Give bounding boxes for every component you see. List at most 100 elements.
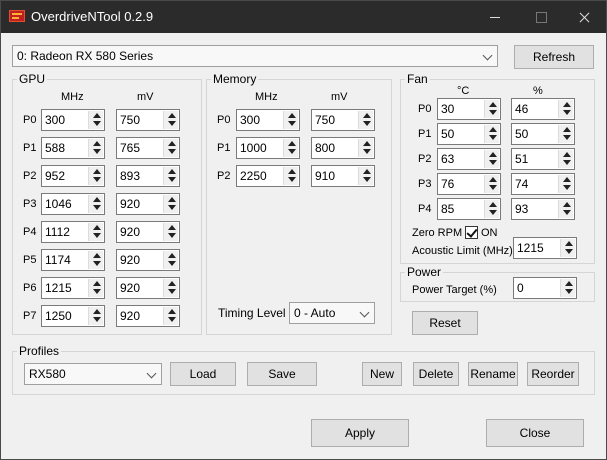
spinner-arrows-icon[interactable] — [283, 139, 298, 157]
spinner-arrows-icon[interactable] — [88, 139, 103, 157]
spinner-arrows-icon[interactable] — [88, 251, 103, 269]
refresh-button[interactable]: Refresh — [514, 45, 594, 69]
fan-pct-spinner[interactable]: 50 — [511, 123, 575, 145]
spinner-arrows-icon[interactable] — [163, 223, 178, 241]
fan-temp-spinner[interactable]: 85 — [437, 198, 501, 220]
gpu-mhz-spinner[interactable]: 1046 — [41, 193, 105, 215]
timing-level-select[interactable]: 0 - Auto — [289, 302, 375, 324]
gpu-mv-spinner[interactable]: 920 — [116, 221, 180, 243]
spinner-arrows-icon[interactable] — [484, 125, 499, 143]
spinner-arrows-icon[interactable] — [88, 223, 103, 241]
gpu-mhz-spinner[interactable]: 952 — [41, 165, 105, 187]
spinner-arrows-icon[interactable] — [163, 167, 178, 185]
gpu-mv-spinner[interactable]: 765 — [116, 137, 180, 159]
memory-mhz-spinner[interactable]: 1000 — [236, 137, 300, 159]
close-window-button[interactable] — [561, 1, 607, 33]
memory-mv-spinner[interactable]: 800 — [311, 137, 375, 159]
spinner-arrows-icon[interactable] — [88, 195, 103, 213]
spinner-arrows-icon[interactable] — [558, 125, 573, 143]
memory-mv-spinner[interactable]: 910 — [311, 165, 375, 187]
reset-button[interactable]: Reset — [412, 311, 478, 335]
gpu-mhz-spinner[interactable]: 1174 — [41, 249, 105, 271]
spinner-arrows-icon[interactable] — [558, 150, 573, 168]
spinner-arrows-icon[interactable] — [484, 150, 499, 168]
reorder-profile-button[interactable]: Reorder — [527, 362, 579, 386]
profile-select[interactable]: RX580 — [24, 363, 162, 385]
spinner-arrows-icon[interactable] — [484, 175, 499, 193]
gpu-mhz-spinner[interactable]: 1112 — [41, 221, 105, 243]
chevron-down-icon — [146, 368, 157, 379]
fan-pct-spinner[interactable]: 51 — [511, 148, 575, 170]
new-profile-button[interactable]: New — [362, 362, 402, 386]
gpu-mv-spinner[interactable]: 920 — [116, 193, 180, 215]
power-target-spinner[interactable]: 0 — [513, 277, 577, 299]
fan-pct-spinner[interactable]: 74 — [511, 173, 575, 195]
gpu-mhz-spinner[interactable]: 1215 — [41, 277, 105, 299]
fan-state-label: P3 — [418, 178, 432, 190]
spinner-arrows-icon[interactable] — [560, 239, 575, 257]
rename-profile-button[interactable]: Rename — [468, 362, 518, 386]
memory-group: Memory MHz mV P0 300 750 P1 1000 800 P2 2250 910… — [206, 72, 392, 335]
close-button[interactable]: Close — [486, 419, 584, 447]
fan-temp-spinner[interactable]: 76 — [437, 173, 501, 195]
fan-temp-spinner[interactable]: 30 — [437, 98, 501, 120]
spinner-arrows-icon[interactable] — [558, 100, 573, 118]
fan-pct-spinner[interactable]: 46 — [511, 98, 575, 120]
spinner-arrows-icon[interactable] — [88, 279, 103, 297]
spinner-arrows-icon[interactable] — [558, 175, 573, 193]
gpu-mv-spinner[interactable]: 893 — [116, 165, 180, 187]
spinner-arrows-icon[interactable] — [163, 195, 178, 213]
gpu-select[interactable]: 0: Radeon RX 580 Series — [12, 45, 498, 67]
gpu-mv-spinner-value: 920 — [120, 197, 141, 211]
spinner-arrows-icon[interactable] — [163, 251, 178, 269]
memory-mhz-spinner[interactable]: 2250 — [236, 165, 300, 187]
zero-rpm-checkbox[interactable] — [465, 226, 478, 239]
gpu-mhz-spinner[interactable]: 1250 — [41, 305, 105, 327]
power-target-label: Power Target (%) — [412, 284, 497, 296]
spinner-arrows-icon[interactable] — [560, 279, 575, 297]
spinner-arrows-icon[interactable] — [163, 279, 178, 297]
minimize-button[interactable] — [472, 1, 518, 33]
spinner-arrows-icon[interactable] — [358, 167, 373, 185]
spinner-arrows-icon[interactable] — [283, 167, 298, 185]
load-profile-button[interactable]: Load — [170, 362, 236, 386]
fan-temp-spinner-value: 30 — [441, 102, 455, 116]
spinner-arrows-icon[interactable] — [283, 111, 298, 129]
gpu-mv-spinner[interactable]: 750 — [116, 109, 180, 131]
gpu-mhz-spinner-value: 1112 — [45, 225, 70, 239]
timing-level-label: Timing Level — [218, 306, 286, 320]
fan-temp-spinner[interactable]: 50 — [437, 123, 501, 145]
gpu-mv-spinner[interactable]: 920 — [116, 249, 180, 271]
gpu-mhz-spinner[interactable]: 588 — [41, 137, 105, 159]
gpu-mv-spinner[interactable]: 920 — [116, 305, 180, 327]
spinner-arrows-icon[interactable] — [358, 139, 373, 157]
memory-mhz-spinner[interactable]: 300 — [236, 109, 300, 131]
gpu-mhz-spinner[interactable]: 300 — [41, 109, 105, 131]
spinner-arrows-icon[interactable] — [88, 167, 103, 185]
fan-pct-spinner-value: 50 — [515, 127, 529, 141]
delete-profile-button[interactable]: Delete — [413, 362, 459, 386]
memory-mv-spinner-value: 750 — [315, 113, 336, 127]
power-group: Power Power Target (%) 0 — [400, 265, 595, 302]
spinner-arrows-icon[interactable] — [484, 200, 499, 218]
gpu-mv-spinner-value: 920 — [120, 253, 141, 267]
fan-temp-spinner-value: 85 — [441, 202, 455, 216]
spinner-arrows-icon[interactable] — [358, 111, 373, 129]
fan-pct-spinner[interactable]: 93 — [511, 198, 575, 220]
save-profile-button[interactable]: Save — [247, 362, 317, 386]
spinner-arrows-icon[interactable] — [163, 307, 178, 325]
gpu-mv-spinner[interactable]: 920 — [116, 277, 180, 299]
gpu-mv-header: mV — [137, 91, 154, 103]
apply-button[interactable]: Apply — [311, 419, 409, 447]
spinner-arrows-icon[interactable] — [484, 100, 499, 118]
acoustic-limit-spinner[interactable]: 1215 — [513, 237, 577, 259]
fan-temp-spinner[interactable]: 63 — [437, 148, 501, 170]
spinner-arrows-icon[interactable] — [88, 307, 103, 325]
spinner-arrows-icon[interactable] — [163, 111, 178, 129]
memory-mv-spinner[interactable]: 750 — [311, 109, 375, 131]
spinner-arrows-icon[interactable] — [558, 200, 573, 218]
spinner-arrows-icon[interactable] — [88, 111, 103, 129]
maximize-button[interactable] — [518, 1, 564, 33]
spinner-arrows-icon[interactable] — [163, 139, 178, 157]
gpu-state-label: P5 — [23, 254, 37, 266]
